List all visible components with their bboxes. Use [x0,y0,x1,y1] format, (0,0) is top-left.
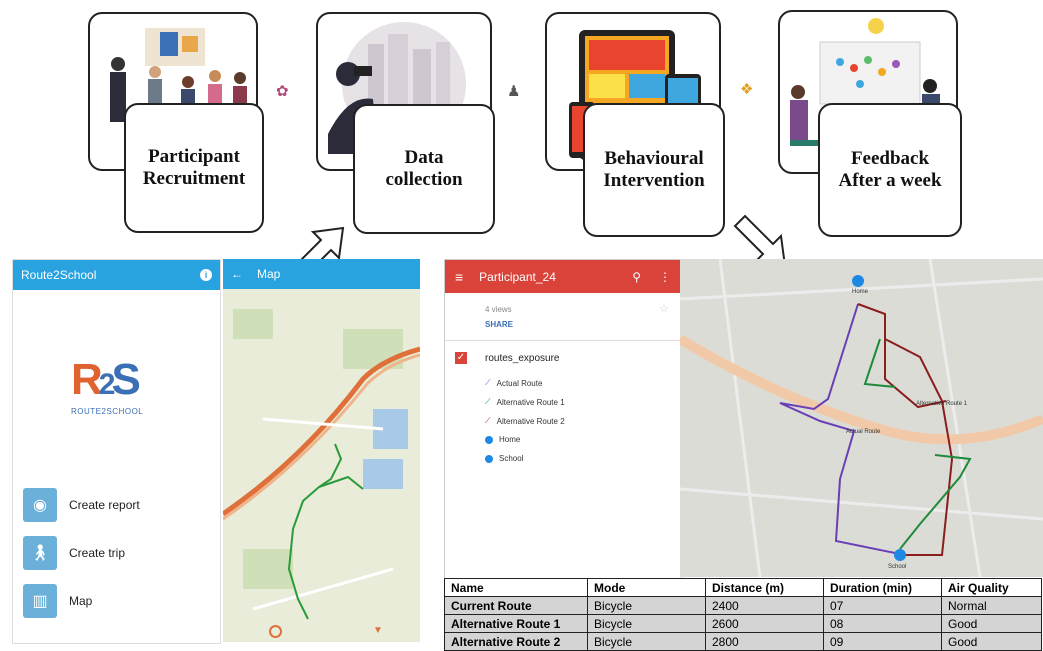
people-icon: ✿ [276,83,289,100]
app-toolbar: Route2School i [13,260,220,290]
legend-label: Actual Route [496,378,543,388]
header-air-quality: Air Quality [941,578,1042,597]
stage-2-label: Data collection [353,104,495,234]
route-comparison-table: Name Mode Distance (m) Duration (min) Ai… [444,578,1042,651]
map-title: Map [257,267,281,281]
cell-mode: Bicycle [587,614,706,633]
cell-distance: 2800 [705,632,824,651]
mymaps-title: Participant_24 [479,269,556,284]
menu-create-trip[interactable]: 🚶︎ Create trip [23,534,213,572]
cell-duration: 09 [823,632,942,651]
location-marker-icon [269,625,282,638]
mymaps-panel: ≡ Participant_24 ⚲ ⋮ 4 views SHARE ☆ ✓ r… [444,259,682,579]
table-row: Alternative Route 1 Bicycle 2600 08 Good [444,614,1042,633]
mymaps-map[interactable]: Home School Alternative Route 1 Actual R… [680,259,1043,577]
cell-duration: 07 [823,596,942,615]
legend-label: School [499,454,524,463]
person-icon: ♟ [507,83,521,100]
logo-text: ROUTE2SCHOOL [71,407,144,416]
map-label-home: Home [852,289,869,295]
cell-air-quality: Good [941,632,1042,651]
header-name: Name [444,578,588,597]
legend-home[interactable]: Home [485,435,520,444]
app-logo: R2S ROUTE2SCHOOL [71,358,171,428]
cell-name: Current Route [444,596,588,615]
nav-arrow-icon: ▼ [373,625,383,636]
more-icon[interactable]: ⋮ [659,270,671,284]
cell-duration: 08 [823,614,942,633]
map-label-actual: Actual Route [846,429,881,435]
hamburger-icon[interactable]: ≡ [455,269,463,285]
cell-air-quality: Normal [941,596,1042,615]
stage-3-label: Behavioural Intervention [583,103,725,237]
app-map-screen: ← Map ▼ [223,259,420,642]
menu-label: Map [69,594,93,608]
legend-label: Alternative Route 2 [496,416,565,426]
stage-1-label: Participant Recruitment [124,103,264,233]
route-line-icon: ⟋ [485,378,491,387]
header-mode: Mode [587,578,706,597]
robot-icon: ❖ [740,81,754,98]
school-pin-icon [485,454,493,463]
map-label-school: School [888,564,907,570]
search-icon[interactable]: ⚲ [632,270,641,284]
map-toolbar: ← Map [223,259,420,289]
logo-mark: R2S [71,355,141,404]
arrow-left-icon[interactable]: ← [231,267,243,281]
walker-icon: 🚶︎ [23,536,57,570]
header-duration: Duration (min) [823,578,942,597]
header-distance: Distance (m) [705,578,824,597]
menu-create-report[interactable]: ◉ Create report [23,486,213,524]
legend-actual-route[interactable]: ⟋ Actual Route [485,378,542,388]
cell-distance: 2600 [705,614,824,633]
legend-label: Home [499,435,521,444]
cell-name: Alternative Route 1 [444,614,588,633]
divider [445,340,681,341]
home-pin-icon [485,435,493,444]
route-line-icon: ⟋ [485,416,491,425]
legend-alt-route-2[interactable]: ⟋ Alternative Route 2 [485,416,565,426]
cell-air-quality: Good [941,614,1042,633]
table-row: Alternative Route 2 Bicycle 2800 09 Good [444,632,1042,651]
cell-name: Alternative Route 2 [444,632,588,651]
table-header-row: Name Mode Distance (m) Duration (min) Ai… [444,578,1042,597]
legend-school[interactable]: School [485,454,523,463]
menu-label: Create trip [69,546,126,560]
cell-distance: 2400 [705,596,824,615]
legend-label: Alternative Route 1 [496,397,565,407]
mymaps-header: ≡ Participant_24 ⚲ ⋮ [445,260,681,293]
route2school-app-screen: Route2School i R2S ROUTE2SCHOOL ◉ Create… [12,259,221,644]
routes-map-canvas[interactable] [680,259,1043,577]
menu-label: Create report [69,498,140,512]
map-icon: ▥ [23,584,57,618]
layer-name: routes_exposure [485,353,560,364]
info-icon[interactable]: i [200,269,212,281]
stage-4-label: Feedback After a week [818,103,962,237]
app-map-canvas[interactable] [223,289,420,642]
cell-mode: Bicycle [587,596,706,615]
legend-alt-route-1[interactable]: ⟋ Alternative Route 1 [485,397,565,407]
app-title: Route2School [21,268,97,282]
route-line-icon: ⟋ [485,397,491,406]
star-icon[interactable]: ☆ [659,302,669,315]
table-row: Current Route Bicycle 2400 07 Normal [444,596,1042,615]
map-label-alt1: Alternative Route 1 [916,401,968,407]
camera-icon: ◉ [23,488,57,522]
menu-map[interactable]: ▥ Map [23,582,213,620]
share-link[interactable]: SHARE [485,320,513,329]
views-count: 4 views [485,305,512,314]
layer-checkbox[interactable]: ✓ [455,352,467,364]
cell-mode: Bicycle [587,632,706,651]
